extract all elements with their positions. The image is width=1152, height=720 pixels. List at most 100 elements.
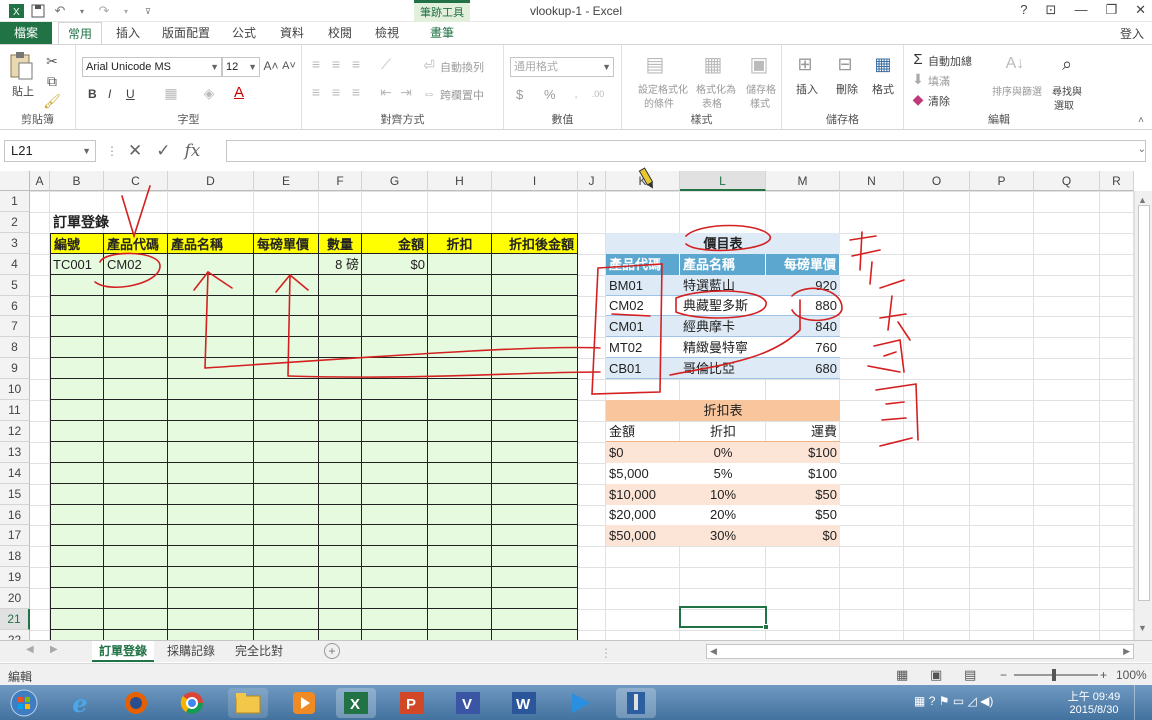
order-cell[interactable] <box>168 400 254 421</box>
order-cell[interactable] <box>362 484 428 505</box>
discount-cell[interactable]: $0 <box>766 525 840 546</box>
insert-cells-button[interactable]: 插入 <box>796 81 818 97</box>
order-cell[interactable] <box>104 463 168 484</box>
price-cell[interactable]: CB01 <box>606 358 680 379</box>
order-cell[interactable] <box>428 463 492 484</box>
order-cell[interactable] <box>362 296 428 316</box>
order-cell[interactable] <box>428 609 492 630</box>
network-icon[interactable]: ◿ <box>968 694 977 708</box>
outdent-icon[interactable]: ⇥ <box>398 84 414 100</box>
discount-cell[interactable]: 10% <box>680 484 766 505</box>
row-header-5[interactable]: 5 <box>0 275 30 296</box>
column-header-e[interactable]: E <box>254 171 319 191</box>
order-cell[interactable] <box>428 505 492 525</box>
order-cell[interactable] <box>50 337 104 358</box>
price-cell[interactable]: 經典摩卡 <box>680 316 766 337</box>
sheet-tab-order-entry[interactable]: 訂單登錄 <box>92 641 154 662</box>
row-header-15[interactable]: 15 <box>0 484 30 505</box>
find-select-line1[interactable]: 尋找與 <box>1052 83 1082 98</box>
order-cell[interactable] <box>319 484 362 505</box>
format-cells-button[interactable]: 格式 <box>872 81 894 97</box>
sort-filter-button[interactable]: 排序與篩選 <box>992 83 1042 98</box>
order-cell[interactable] <box>319 567 362 588</box>
order-cell[interactable] <box>254 379 319 400</box>
order-cell[interactable] <box>50 296 104 316</box>
column-header-g[interactable]: G <box>362 171 428 191</box>
discount-cell[interactable]: $50 <box>766 505 840 525</box>
order-cell[interactable] <box>492 379 578 400</box>
order-cell[interactable] <box>50 400 104 421</box>
copy-icon[interactable]: ⧉ <box>44 73 60 89</box>
order-cell[interactable] <box>254 567 319 588</box>
tab-data[interactable]: 資料 <box>272 22 312 44</box>
order-cell[interactable] <box>428 525 492 546</box>
row-header-2[interactable]: 2 <box>0 212 30 233</box>
column-header-f[interactable]: F <box>319 171 362 191</box>
powerpoint-taskbar-icon[interactable]: P <box>392 688 432 718</box>
align-middle-icon[interactable]: ≡ <box>328 56 344 72</box>
scroll-left-icon[interactable]: ◀ <box>710 646 717 657</box>
order-cell[interactable] <box>362 421 428 442</box>
order-cell[interactable] <box>492 316 578 337</box>
new-sheet-icon[interactable]: + <box>324 643 340 659</box>
help-button[interactable]: ? <box>1020 2 1027 18</box>
order-cell[interactable] <box>50 505 104 525</box>
order-cell[interactable] <box>50 379 104 400</box>
order-cell[interactable] <box>254 442 319 463</box>
clear-button[interactable]: 清除 <box>928 93 950 109</box>
cell-styles-line1[interactable]: 儲存格 <box>746 81 776 96</box>
start-button[interactable] <box>4 688 44 718</box>
zoom-slider[interactable] <box>1014 674 1098 676</box>
order-cell[interactable] <box>168 296 254 316</box>
order-cell[interactable] <box>319 358 362 379</box>
normal-view-icon[interactable]: ▦ <box>896 667 908 683</box>
column-header-b[interactable]: B <box>50 171 104 191</box>
price-cell[interactable]: 特選藍山 <box>680 275 766 296</box>
conditional-format-line1[interactable]: 設定格式化 <box>638 81 688 96</box>
order-cell[interactable] <box>428 275 492 296</box>
order-cell[interactable] <box>319 588 362 609</box>
row-header-18[interactable]: 18 <box>0 546 30 567</box>
price-cell[interactable]: 840 <box>766 316 840 337</box>
order-cell[interactable] <box>428 316 492 337</box>
order-cell[interactable] <box>168 442 254 463</box>
discount-cell[interactable]: $50 <box>766 484 840 505</box>
order-cell[interactable] <box>104 421 168 442</box>
fill-handle[interactable] <box>763 624 769 630</box>
order-cell[interactable] <box>362 358 428 379</box>
order-cell[interactable] <box>104 337 168 358</box>
row-header-10[interactable]: 10 <box>0 379 30 400</box>
restore-button[interactable]: ❐ <box>1105 2 1117 18</box>
column-header-m[interactable]: M <box>766 171 840 191</box>
order-value-id[interactable]: TC001 <box>50 254 104 275</box>
order-cell[interactable] <box>50 484 104 505</box>
minimize-button[interactable]: — <box>1074 2 1087 18</box>
order-cell[interactable] <box>168 379 254 400</box>
order-cell[interactable] <box>492 296 578 316</box>
zoom-in-icon[interactable]: + <box>1100 668 1107 682</box>
order-cell[interactable] <box>104 316 168 337</box>
order-cell[interactable] <box>254 358 319 379</box>
order-cell[interactable] <box>492 484 578 505</box>
column-header-q[interactable]: Q <box>1034 171 1100 191</box>
price-cell[interactable]: 920 <box>766 275 840 296</box>
price-cell[interactable]: BM01 <box>606 275 680 296</box>
underline-button[interactable]: U <box>126 87 135 101</box>
order-cell[interactable] <box>168 254 254 275</box>
order-cell[interactable] <box>492 505 578 525</box>
order-cell[interactable] <box>104 609 168 630</box>
order-cell[interactable] <box>428 546 492 567</box>
enter-icon[interactable]: ✓ <box>156 141 170 161</box>
order-cell[interactable] <box>428 588 492 609</box>
discount-cell[interactable]: 5% <box>680 463 766 484</box>
font-name-combo[interactable]: Arial Unicode MS ▼ <box>82 57 222 77</box>
order-cell[interactable] <box>492 400 578 421</box>
order-cell[interactable] <box>319 400 362 421</box>
merge-center-button[interactable]: 跨欄置中 <box>440 87 484 103</box>
order-cell[interactable] <box>319 296 362 316</box>
discount-cell[interactable]: 20% <box>680 505 766 525</box>
cut-icon[interactable]: ✂ <box>44 53 60 69</box>
order-cell[interactable] <box>254 588 319 609</box>
order-cell[interactable] <box>362 546 428 567</box>
order-cell[interactable] <box>254 275 319 296</box>
